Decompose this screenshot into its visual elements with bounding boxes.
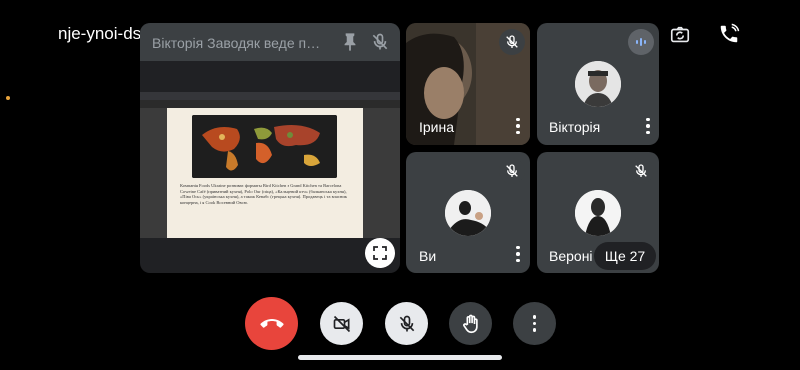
indicator-dot <box>6 96 10 100</box>
participant-name: Ви <box>419 248 437 264</box>
speaking-indicator-icon <box>628 29 654 55</box>
participant-more-icon[interactable] <box>640 115 656 137</box>
more-options-button[interactable] <box>513 302 556 345</box>
participant-more-icon[interactable] <box>510 115 526 137</box>
presentation-title: Вікторія Заводяк веде пр... <box>152 35 322 51</box>
avatar <box>445 190 491 236</box>
mic-off-icon <box>399 315 414 331</box>
phone-audio-icon[interactable] <box>714 19 744 49</box>
pin-icon[interactable] <box>337 29 363 55</box>
presentation-tile[interactable]: Вікторія Заводяк веде пр... Компанія Foo… <box>140 23 400 273</box>
participant-name: Ірина <box>419 119 455 135</box>
avatar <box>575 61 621 107</box>
camera-switch-icon[interactable] <box>665 20 695 50</box>
mic-off-icon <box>628 158 654 184</box>
more-options-icon <box>527 313 543 335</box>
mic-toggle-button[interactable] <box>385 302 428 345</box>
mic-off-icon <box>499 29 525 55</box>
pdf-text: Компанія Foods Ukraine розвиває форматы … <box>180 183 347 205</box>
shared-screen: Компанія Foods Ukraine розвиває форматы … <box>140 83 400 238</box>
camera-toggle-button[interactable] <box>320 302 363 345</box>
camera-off-icon <box>333 315 350 332</box>
home-indicator[interactable] <box>298 355 502 360</box>
participant-tile[interactable]: Ви <box>406 152 530 273</box>
raise-hand-button[interactable] <box>449 302 492 345</box>
presentation-header: Вікторія Заводяк веде пр... <box>140 23 400 61</box>
participant-tile[interactable]: Вікторія <box>537 23 659 145</box>
participant-more-icon[interactable] <box>510 243 526 265</box>
mic-off-icon <box>367 29 393 55</box>
end-call-icon <box>259 318 284 328</box>
participant-tile[interactable]: Ірина <box>406 23 530 145</box>
more-participants-badge[interactable]: Ще 27 <box>594 242 656 270</box>
participant-name: Вікторія <box>549 119 601 135</box>
end-call-button[interactable] <box>245 297 298 350</box>
meeting-code-label: nje-ynoi-dsk <box>58 24 150 43</box>
spice-map-image <box>192 115 337 178</box>
fullscreen-icon[interactable] <box>365 238 395 268</box>
avatar <box>575 190 621 236</box>
mic-off-icon <box>499 158 525 184</box>
raise-hand-icon <box>462 314 478 333</box>
